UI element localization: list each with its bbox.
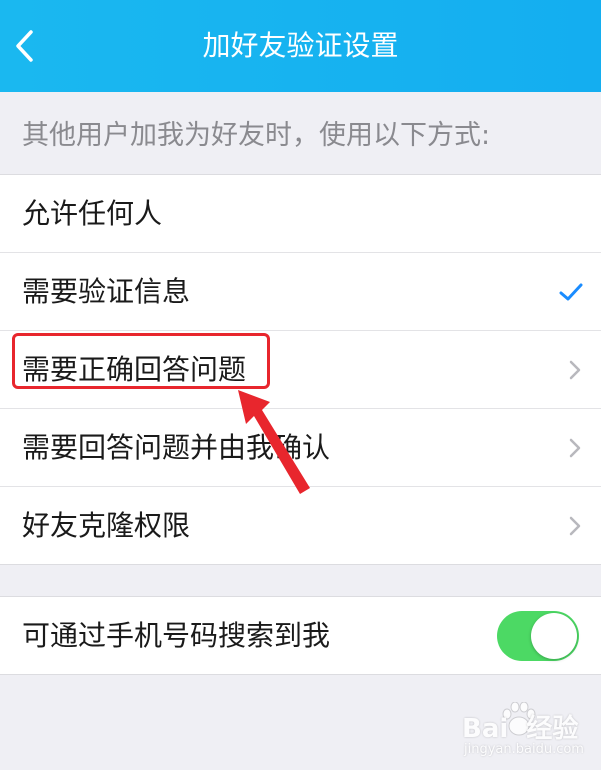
option-friend-clone[interactable]: 好友克隆权限 xyxy=(0,487,601,564)
option-require-verification[interactable]: 需要验证信息 xyxy=(0,253,601,331)
phone-search-label: 可通过手机号码搜索到我 xyxy=(22,618,331,652)
watermark-url: jingyan.baidu.com xyxy=(464,742,584,757)
option-label: 允许任何人 xyxy=(22,196,163,230)
phone-search-row: 可通过手机号码搜索到我 xyxy=(0,597,601,674)
checkmark-icon xyxy=(559,283,583,300)
page-title: 加好友验证设置 xyxy=(202,29,399,62)
watermark-brand: Bai 经验 xyxy=(462,714,579,744)
annotation-arrow-icon xyxy=(238,390,310,494)
phone-search-group: 可通过手机号码搜索到我 xyxy=(0,596,601,675)
chevron-right-icon xyxy=(569,360,581,379)
toggle-knob xyxy=(531,612,577,659)
option-allow-anyone[interactable]: 允许任何人 xyxy=(0,175,601,253)
section-hint: 其他用户加我为好友时，使用以下方式: xyxy=(22,120,491,151)
watermark: Bai 经验 jingyan.baidu.com xyxy=(462,700,594,762)
phone-search-toggle[interactable] xyxy=(497,610,579,661)
annotation-highlight-box xyxy=(12,333,270,389)
nav-header: 加好友验证设置 xyxy=(0,0,601,92)
chevron-right-icon xyxy=(569,438,581,457)
option-label: 需要验证信息 xyxy=(22,274,191,308)
chevron-right-icon xyxy=(569,516,581,535)
option-label: 好友克隆权限 xyxy=(22,508,191,542)
